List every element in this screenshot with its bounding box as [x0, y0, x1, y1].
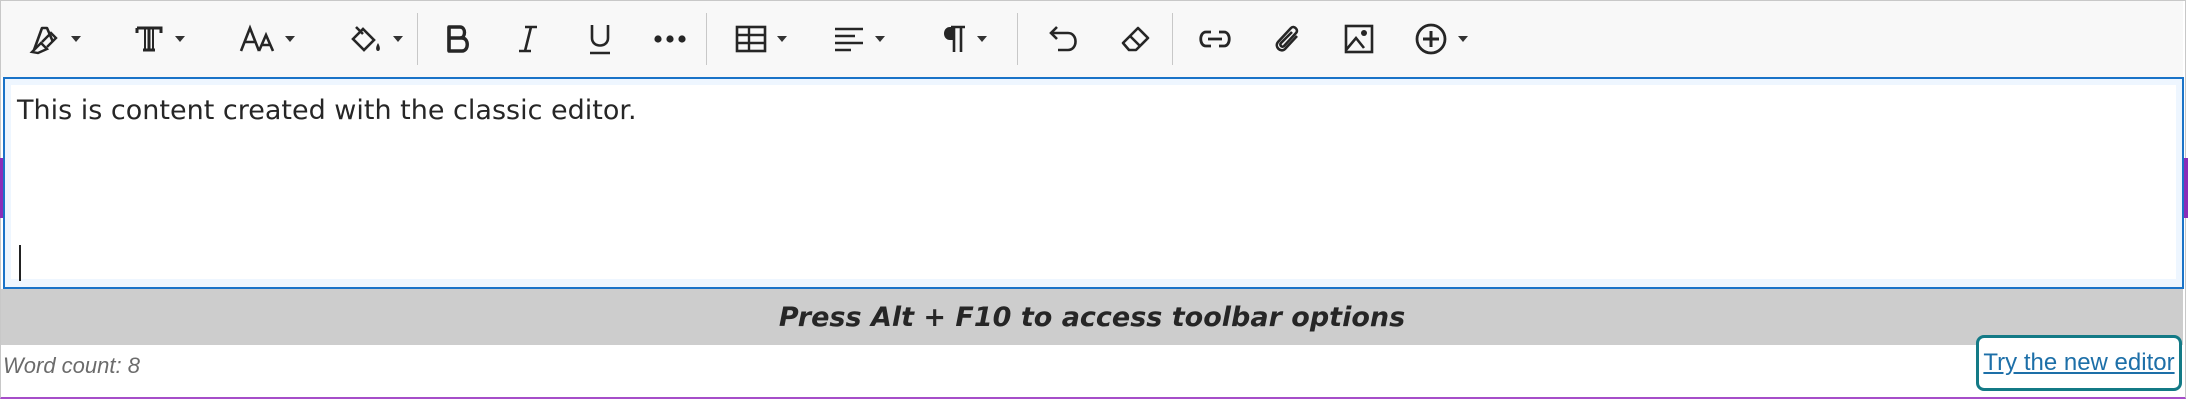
chevron-down-icon — [285, 36, 295, 42]
try-new-editor-button[interactable]: Try the new editor — [1976, 335, 2182, 391]
editor-content-area[interactable]: This is content created with the classic… — [3, 77, 2184, 289]
align-icon — [833, 25, 865, 53]
align-button[interactable] — [827, 11, 891, 67]
insert-content-button[interactable] — [1409, 11, 1473, 67]
editor-toolbar — [1, 1, 2183, 77]
link-button[interactable] — [1193, 11, 1237, 67]
highlight-color-button[interactable] — [343, 11, 407, 67]
text-style-button[interactable] — [127, 11, 191, 67]
paragraph-icon — [939, 23, 967, 55]
text-style-icon — [133, 23, 165, 55]
chevron-down-icon — [777, 36, 787, 42]
underline-button[interactable] — [578, 11, 622, 67]
toolbar-divider — [1172, 13, 1173, 65]
chevron-down-icon — [393, 36, 403, 42]
font-size-button[interactable] — [235, 11, 299, 67]
font-size-icon — [239, 23, 275, 55]
attach-file-button[interactable] — [1265, 11, 1309, 67]
keyboard-hint-text: Press Alt + F10 to access toolbar option… — [778, 301, 1406, 333]
bold-button[interactable] — [436, 11, 480, 67]
link-icon — [1197, 28, 1233, 50]
editor-body[interactable]: This is content created with the classic… — [11, 85, 2176, 281]
chevron-down-icon — [71, 36, 81, 42]
toolbar-divider — [417, 13, 418, 65]
more-icon — [653, 34, 687, 44]
image-icon — [1343, 23, 1375, 55]
attach-icon — [1271, 22, 1303, 56]
text-cursor — [19, 245, 21, 281]
more-options-button[interactable] — [648, 11, 692, 67]
text-color-icon — [29, 22, 61, 56]
italic-button[interactable] — [506, 11, 550, 67]
table-button[interactable] — [729, 11, 793, 67]
chevron-down-icon — [175, 36, 185, 42]
undo-icon — [1048, 24, 1080, 54]
underline-icon — [586, 22, 614, 56]
editor-footer: Word count: 8 — [1, 345, 2183, 395]
table-icon — [735, 24, 767, 54]
insert-content-icon — [1414, 22, 1448, 56]
bold-icon — [443, 23, 473, 55]
word-count: Word count: 8 — [3, 353, 140, 378]
chevron-down-icon — [875, 36, 885, 42]
highlight-color-icon — [347, 23, 383, 55]
paragraph-button[interactable] — [931, 11, 995, 67]
insert-image-button[interactable] — [1337, 11, 1381, 67]
try-new-editor-link[interactable]: Try the new editor — [1983, 349, 2174, 377]
toolbar-divider — [706, 13, 707, 65]
text-color-button[interactable] — [23, 11, 87, 67]
chevron-down-icon — [977, 36, 987, 42]
keyboard-hint-bar: Press Alt + F10 to access toolbar option… — [1, 289, 2183, 345]
clear-format-button[interactable] — [1114, 11, 1158, 67]
italic-icon — [515, 23, 541, 55]
clear-format-icon — [1119, 24, 1153, 54]
toolbar-divider — [1017, 13, 1018, 65]
undo-button[interactable] — [1042, 11, 1086, 67]
editor-content-text[interactable]: This is content created with the classic… — [17, 95, 637, 126]
chevron-down-icon — [1458, 36, 1468, 42]
